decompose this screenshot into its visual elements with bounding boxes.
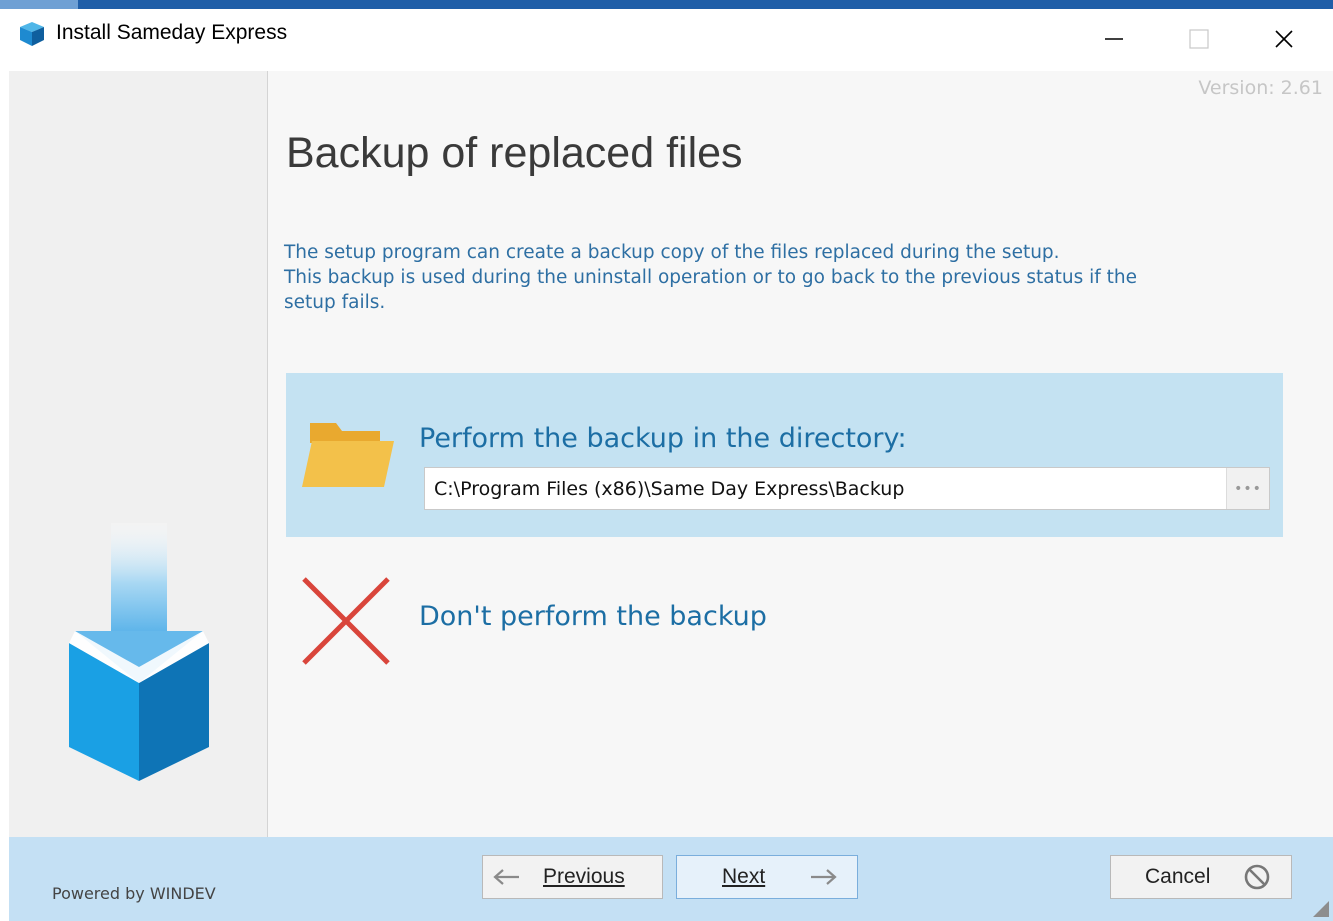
option-perform-backup-label: Perform the backup in the directory: bbox=[419, 423, 907, 454]
version-label: Version: 2.61 bbox=[1198, 77, 1323, 99]
option-no-backup[interactable]: Don't perform the backup bbox=[286, 565, 1283, 675]
footer-bar: Powered by WINDEV Previous Next Cancel bbox=[9, 837, 1333, 921]
sidebar bbox=[9, 71, 268, 837]
description: The setup program can create a backup co… bbox=[284, 240, 1304, 315]
main-panel: Version: 2.61 Backup of replaced files T… bbox=[268, 71, 1333, 837]
powered-by-label: Powered by WINDEV bbox=[52, 884, 216, 903]
red-x-icon bbox=[302, 577, 390, 665]
option-perform-backup[interactable]: Perform the backup in the directory: C:\… bbox=[286, 373, 1283, 537]
backup-directory-field[interactable]: C:\Program Files (x86)\Same Day Express\… bbox=[424, 467, 1270, 510]
window-top-edge-highlight bbox=[0, 0, 78, 9]
previous-button[interactable]: Previous bbox=[482, 855, 663, 899]
app-box-icon bbox=[20, 22, 44, 46]
backup-directory-path[interactable]: C:\Program Files (x86)\Same Day Express\… bbox=[434, 478, 904, 500]
cancel-button[interactable]: Cancel bbox=[1110, 855, 1292, 899]
minimize-icon bbox=[1105, 38, 1123, 40]
window-top-edge bbox=[0, 0, 1333, 9]
page-title: Backup of replaced files bbox=[286, 129, 743, 177]
resize-grip-icon[interactable] bbox=[1313, 901, 1329, 917]
window-title: Install Sameday Express bbox=[56, 21, 288, 44]
next-button[interactable]: Next bbox=[676, 855, 858, 899]
arrow-right-icon bbox=[811, 869, 837, 885]
minimize-button[interactable] bbox=[1073, 9, 1155, 69]
maximize-button[interactable] bbox=[1158, 9, 1240, 69]
description-line: The setup program can create a backup co… bbox=[284, 242, 1060, 263]
option-no-backup-label: Don't perform the backup bbox=[419, 601, 767, 632]
arrow-left-icon bbox=[493, 869, 519, 885]
maximize-icon bbox=[1189, 29, 1209, 49]
close-icon bbox=[1275, 30, 1293, 48]
cancel-button-label: Cancel bbox=[1145, 865, 1211, 888]
cancel-icon bbox=[1245, 864, 1270, 890]
description-line: This backup is used during the uninstall… bbox=[284, 267, 1138, 288]
previous-button-label: Previous bbox=[543, 865, 625, 888]
browse-button[interactable]: ••• bbox=[1226, 468, 1269, 509]
folder-icon bbox=[302, 423, 394, 487]
next-button-label: Next bbox=[722, 865, 766, 888]
close-button[interactable] bbox=[1243, 9, 1325, 69]
description-line: setup fails. bbox=[284, 292, 386, 313]
install-arrow-box-icon bbox=[69, 523, 209, 781]
